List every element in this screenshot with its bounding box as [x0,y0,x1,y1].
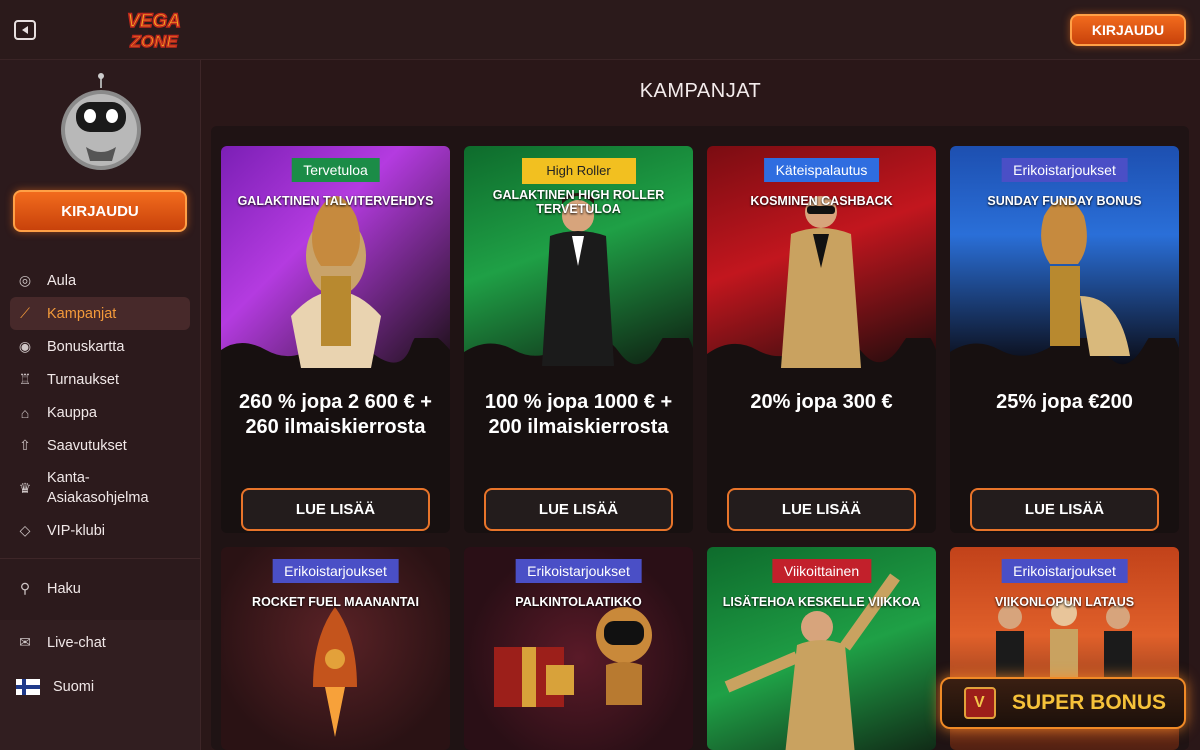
read-more-button[interactable]: LUE LISÄÄ [241,488,430,531]
campaign-title: ROCKET FUEL MAANANTAI [252,595,419,609]
sidebar-item-haku[interactable]: ⚲ Haku [10,572,190,605]
chat-icon: ✉ [19,634,31,650]
shop-icon: ⌂ [20,404,30,421]
campaign-offer: 25% jopa €200 [996,391,1133,413]
language-selector[interactable]: Suomi [10,670,190,703]
collapse-sidebar-icon[interactable] [14,20,36,40]
campaign-card[interactable]: Tervetuloa GALAKTINEN TALVITERVEHDYS 260… [221,146,450,533]
sidebar-item-kanta-asiakasohjelma[interactable]: ♛ Kanta-Asiakasohjelma [10,462,190,514]
page-title: KAMPANJAT [639,80,762,102]
campaign-offer: 100 % jopa 1000 € + 200 ilmaiskierrosta [484,391,673,438]
campaigns-panel: Tervetuloa GALAKTINEN TALVITERVEHDYS 260… [211,126,1189,750]
gift-icon [964,687,996,719]
logo[interactable]: VEGA ZONE [105,6,203,52]
campaign-card[interactable]: Erikoistarjoukset SUNDAY FUNDAY BONUS 25… [950,146,1179,533]
campaign-card[interactable]: Viikoittainen LISÄTEHOA KESKELLE VIIKKOA [707,547,936,750]
campaign-card[interactable]: High Roller GALAKTINEN HIGH ROLLER TERVE… [464,146,693,533]
sidebar: KIRJAUDU ◎ Aula ⟋ Kampanjat ◉ Bonuskartt… [0,60,201,750]
sidebar-item-vip-klubi[interactable]: ◇ VIP-klubi [10,514,190,547]
campaign-title: VIIKONLOPUN LATAUS [994,595,1135,609]
trophy-icon: ♖ [18,371,32,387]
rocket-icon: ⇧ [19,437,31,453]
read-more-button[interactable]: LUE LISÄÄ [970,488,1159,531]
read-more-button[interactable]: LUE LISÄÄ [727,488,916,531]
svg-text:VEGA: VEGA [127,11,181,32]
category-tag: Tervetuloa [291,158,380,182]
sidebar-item-aula[interactable]: ◎ Aula [10,264,190,297]
login-button[interactable]: KIRJAUDU [1070,14,1186,46]
search-icon: ⚲ [19,580,31,596]
search-nav: ⚲ Haku [10,572,190,605]
sidebar-item-saavutukset[interactable]: ⇧ Saavutukset [10,429,190,462]
campaign-title: PALKINTOLAATIKKO [515,595,642,609]
target-icon: ◉ [18,338,32,354]
campaign-card[interactable]: Erikoistarjoukset PALKINTOLAATIKKO [464,547,693,750]
diamond-icon: ◇ [19,522,31,538]
sidebar-item-kauppa[interactable]: ⌂ Kauppa [10,396,190,429]
category-tag: Erikoistarjoukset [1001,158,1128,182]
campaign-title: KOSMINEN CASHBACK [750,194,893,208]
live-chat-button[interactable]: ✉ Live-chat [10,626,190,659]
read-more-button[interactable]: LUE LISÄÄ [484,488,673,531]
crown-icon: ♛ [18,479,32,496]
super-bonus-label: SUPER BONUS [1012,691,1167,714]
divider [0,558,200,559]
category-tag: High Roller [521,158,636,184]
category-tag: Erikoistarjoukset [1001,559,1128,583]
category-tag: Erikoistarjoukset [272,559,399,583]
category-tag: Viikoittainen [771,559,872,583]
planet-icon: ◎ [18,272,32,288]
super-bonus-button[interactable]: SUPER BONUS [940,677,1186,729]
robot-avatar [56,72,146,172]
telescope-icon: ⟋ [20,305,30,321]
category-tag: Erikoistarjoukset [515,559,642,583]
sidebar-item-bonuskartta[interactable]: ◉ Bonuskartta [10,330,190,363]
sidebar-nav: ◎ Aula ⟋ Kampanjat ◉ Bonuskartta ♖ Turna… [10,264,190,547]
campaign-card[interactable]: Käteispalautus KOSMINEN CASHBACK 20% jop… [707,146,936,533]
campaign-offer: 260 % jopa 2 600 € + 260 ilmaiskierrosta [239,391,432,438]
campaign-offer: 20% jopa 300 € [750,391,893,413]
sidebar-item-turnaukset[interactable]: ♖ Turnaukset [10,363,190,396]
category-tag: Käteispalautus [763,158,880,182]
top-bar: VEGA ZONE KIRJAUDU [0,0,1200,60]
campaign-title: SUNDAY FUNDAY BONUS [987,194,1142,208]
campaign-title: LISÄTEHOA KESKELLE VIIKKOA [722,595,921,609]
campaign-title: GALAKTINEN TALVITERVEHDYS [237,194,434,208]
finland-flag-icon [16,678,40,695]
sidebar-login-button[interactable]: KIRJAUDU [13,190,187,232]
sidebar-footer: ✉ Live-chat Suomi [0,620,200,750]
campaign-card[interactable]: Erikoistarjoukset ROCKET FUEL MAANANTAI [221,547,450,750]
campaign-title: GALAKTINEN HIGH ROLLER TERVETULOA [492,188,665,216]
svg-text:ZONE: ZONE [129,32,178,51]
sidebar-item-kampanjat[interactable]: ⟋ Kampanjat [10,297,190,330]
